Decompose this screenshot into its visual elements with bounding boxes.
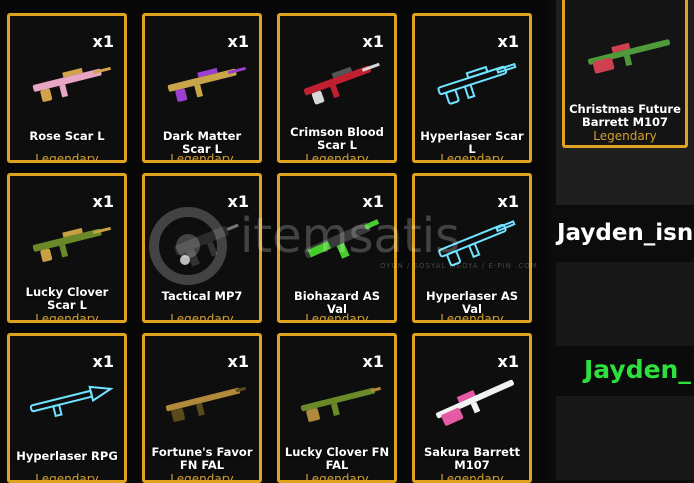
item-card[interactable]: x1 Rose Scar L Legendary [7, 13, 127, 163]
player-name-label: Jayden_ [584, 355, 691, 384]
rocket-launcher-icon [29, 385, 114, 418]
item-rarity: Legendary [305, 152, 369, 163]
rifle-icon [300, 386, 381, 422]
item-rarity: Legendary [440, 472, 504, 483]
item-name: Crimson Blood Scar L [290, 125, 384, 152]
item-rarity: Legendary [305, 472, 369, 483]
rifle-icon [438, 220, 516, 267]
quantity-label: x1 [362, 192, 384, 211]
item-name: Fortune's Favor FN FAL [151, 445, 253, 472]
item-card[interactable]: x1 Lucky Clover Scar L Legendary [7, 173, 127, 323]
rifle-icon [32, 226, 111, 262]
item-name: Hyperlaser RPG [16, 449, 118, 463]
item-rarity: Legendary [305, 312, 369, 323]
quantity-label: x1 [227, 32, 249, 51]
rifle-icon [32, 66, 111, 102]
item-name: Tactical MP7 [161, 289, 243, 303]
item-name: Lucky Clover FN FAL [284, 445, 390, 472]
item-rarity: Legendary [35, 152, 99, 163]
quantity-label: x1 [362, 352, 384, 371]
quantity-label: x1 [227, 192, 249, 211]
item-rarity: Legendary [35, 472, 99, 483]
item-card[interactable]: x1 Biohazard AS Val Legendary [277, 173, 397, 323]
sniper-rifle-icon [587, 39, 671, 74]
rifle-icon [437, 62, 517, 105]
item-name: Lucky Clover Scar L [25, 285, 109, 312]
item-card[interactable]: x1 Tactical MP7 Legendary [142, 173, 262, 323]
smg-icon [174, 223, 239, 267]
item-rarity: Legendary [170, 312, 234, 323]
rifle-icon [165, 386, 246, 422]
item-name: Christmas Future Barrett M107 [569, 102, 681, 129]
quantity-label: x1 [92, 32, 114, 51]
item-rarity: Legendary [440, 312, 504, 323]
rifle-icon [167, 66, 246, 102]
item-rarity: Legendary [593, 129, 657, 143]
item-card[interactable]: x1 Lucky Clover FN FAL Legendary [277, 333, 397, 483]
item-name: Rose Scar L [29, 129, 105, 143]
quantity-label: x1 [362, 32, 384, 51]
item-rarity: Legendary [440, 152, 504, 163]
item-name: Sakura Barrett M107 [424, 445, 520, 472]
username-label: Jayden_isn [557, 220, 694, 246]
rifle-icon [304, 219, 380, 259]
quantity-label: x1 [497, 352, 519, 371]
item-card[interactable]: x1 Fortune's Favor FN FAL Legendary [142, 333, 262, 483]
sniper-rifle-icon [436, 379, 514, 426]
item-card[interactable]: x1 Hyperlaser AS Val Legendary [412, 173, 532, 323]
item-rarity: Legendary [35, 312, 99, 323]
quantity-label: x1 [227, 352, 249, 371]
featured-item-card[interactable]: Christmas Future Barrett M107 Legendary [562, 0, 688, 148]
quantity-label: x1 [92, 352, 114, 371]
quantity-label: x1 [497, 32, 519, 51]
quantity-label: x1 [497, 192, 519, 211]
item-card[interactable]: x1 Dark Matter Scar L Legendary [142, 13, 262, 163]
item-card[interactable]: x1 Hyperlaser RPG Legendary [7, 333, 127, 483]
item-card[interactable]: x1 Sakura Barrett M107 Legendary [412, 333, 532, 483]
item-rarity: Legendary [170, 472, 234, 483]
item-rarity: Legendary [170, 152, 234, 163]
quantity-label: x1 [92, 192, 114, 211]
item-card[interactable]: x1 Crimson Blood Scar L Legendary [277, 13, 397, 163]
item-card[interactable]: x1 Hyperlaser Scar L Legendary [412, 13, 532, 163]
rifle-icon [303, 62, 380, 105]
